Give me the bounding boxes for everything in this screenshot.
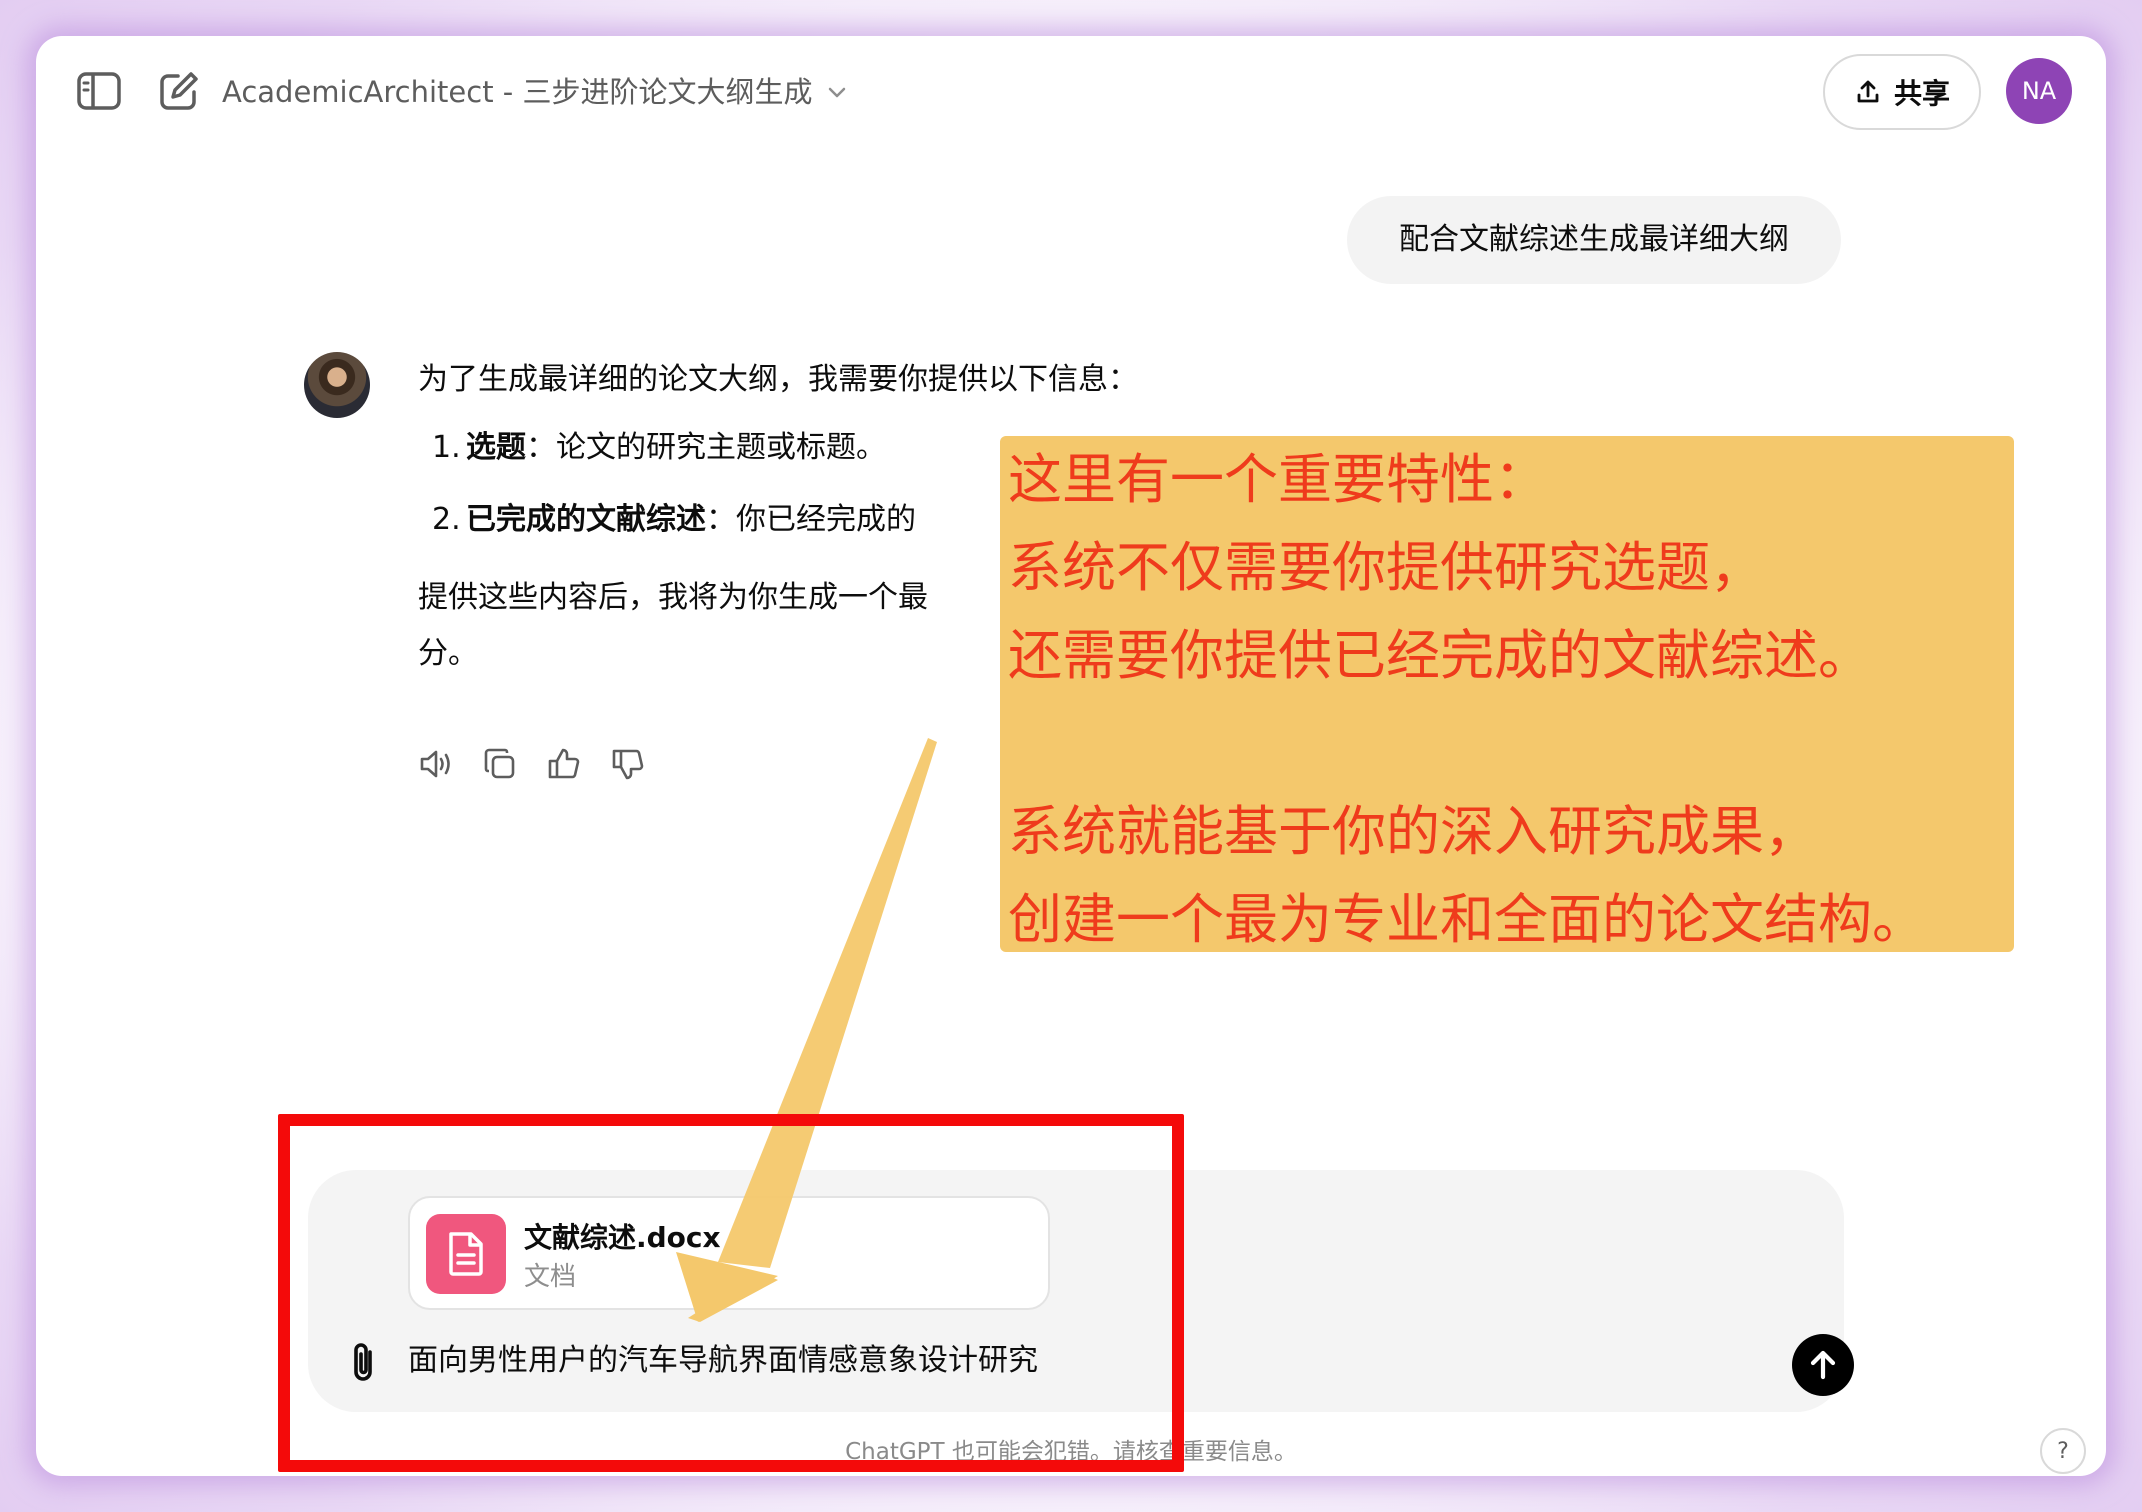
model-title-text: AcademicArchitect - 三步进阶论文大纲生成 bbox=[222, 75, 813, 109]
upload-icon bbox=[1857, 80, 1879, 103]
model-selector[interactable]: AcademicArchitect - 三步进阶论文大纲生成 bbox=[222, 72, 848, 112]
list-sep: ： bbox=[526, 430, 556, 465]
assistant-avatar bbox=[304, 352, 370, 418]
annotation-line: 系统不仅需要你提供研究选题， bbox=[1008, 536, 1764, 599]
thumbs-down-icon[interactable] bbox=[610, 746, 646, 782]
assistant-intro: 为了生成最详细的论文大纲，我需要你提供以下信息： bbox=[418, 362, 1138, 397]
user-message-bubble: 配合文献综述生成最详细大纲 bbox=[1347, 196, 1841, 284]
annotation-callout: 这里有一个重要特性： 系统不仅需要你提供研究选题， 还需要你提供已经完成的文献综… bbox=[1000, 436, 2014, 952]
list-number: 1. bbox=[432, 430, 461, 465]
annotation-line: 系统就能基于你的深入研究成果， bbox=[1008, 800, 1818, 863]
share-button[interactable]: 共享 bbox=[1823, 54, 1981, 130]
thumbs-up-icon[interactable] bbox=[546, 746, 582, 782]
message-actions bbox=[418, 746, 646, 782]
sidebar-toggle-icon[interactable] bbox=[76, 71, 122, 111]
list-key: 已完成的文献综述 bbox=[466, 502, 706, 537]
copy-icon[interactable] bbox=[482, 746, 518, 782]
arrow-up-icon bbox=[1810, 1350, 1836, 1380]
highlight-frame bbox=[278, 1114, 1184, 1472]
read-aloud-icon[interactable] bbox=[418, 746, 454, 782]
annotation-line: 创建一个最为专业和全面的论文结构。 bbox=[1008, 888, 1926, 951]
list-key: 选题 bbox=[466, 430, 526, 465]
top-bar: AcademicArchitect - 三步进阶论文大纲生成 共享 NA bbox=[36, 36, 2106, 146]
list-sep: ： bbox=[706, 502, 736, 537]
annotation-line bbox=[1008, 700, 2006, 788]
list-number: 2. bbox=[432, 502, 461, 537]
new-chat-icon[interactable] bbox=[158, 70, 200, 112]
list-text: 论文的研究主题或标题。 bbox=[556, 430, 886, 465]
user-avatar[interactable]: NA bbox=[2006, 58, 2072, 124]
send-button[interactable] bbox=[1792, 1334, 1854, 1396]
annotation-line: 这里有一个重要特性： bbox=[1008, 448, 1548, 511]
list-text: 你已经完成的 bbox=[736, 502, 916, 537]
share-label: 共享 bbox=[1893, 77, 1950, 110]
annotation-line: 还需要你提供已经完成的文献综述。 bbox=[1008, 624, 1872, 687]
help-button[interactable]: ? bbox=[2040, 1428, 2086, 1474]
chevron-down-icon bbox=[829, 87, 846, 98]
